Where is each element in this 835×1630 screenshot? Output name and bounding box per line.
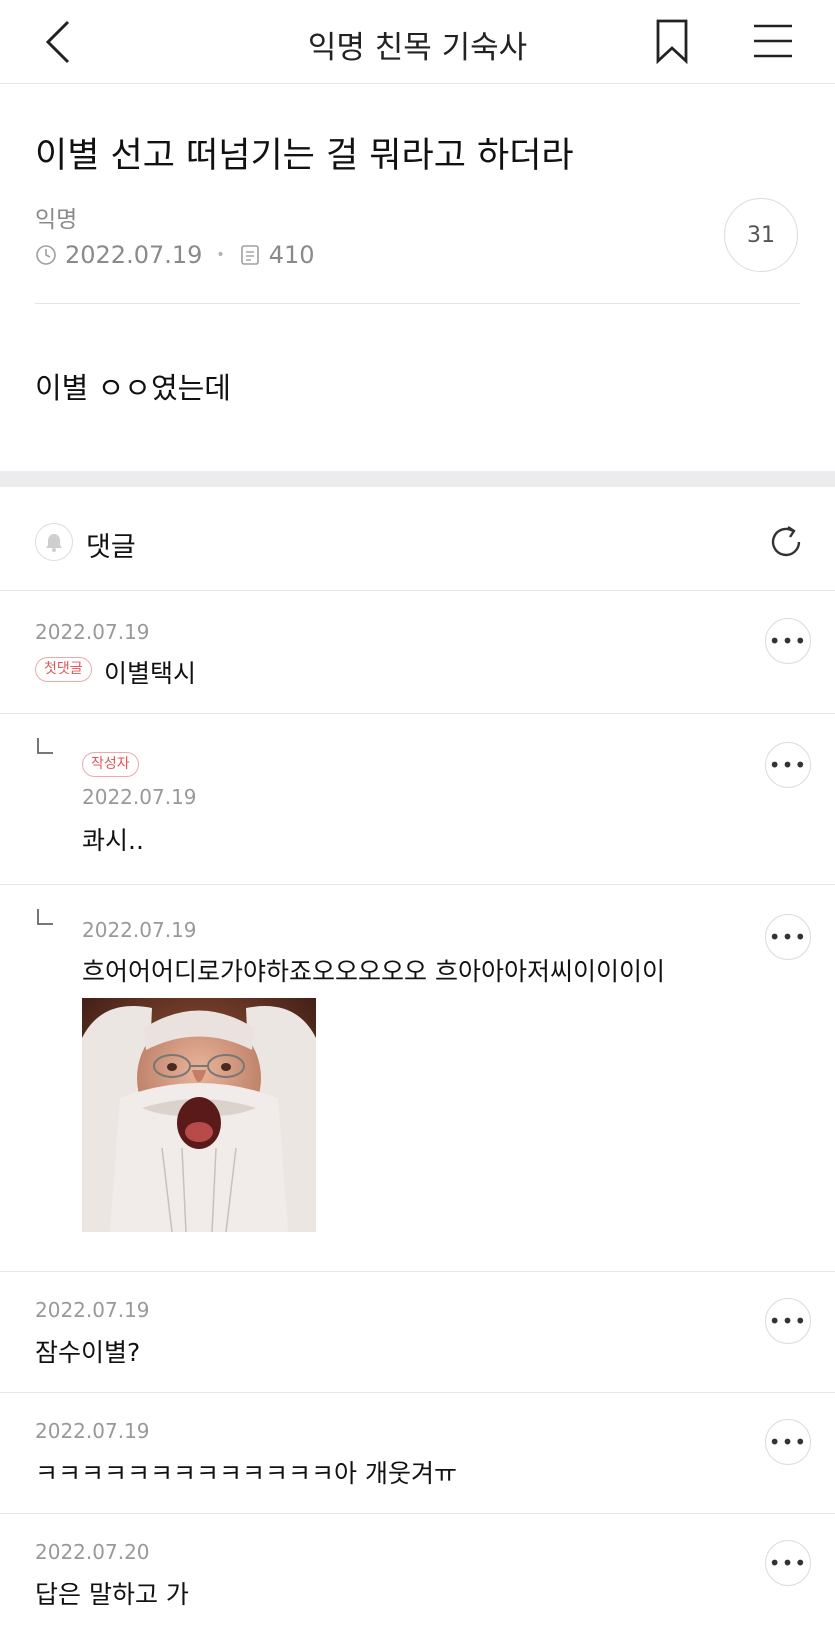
- post-title: 이별 선고 떠넘기는 걸 뭐라고 하더라: [35, 136, 574, 176]
- comment-more-button[interactable]: •••: [765, 742, 811, 788]
- dumbledore-shouting-illustration: [82, 998, 316, 1232]
- comment-item: 2022.07.20 답은 말하고 가 •••: [0, 1515, 835, 1630]
- comment-more-button[interactable]: •••: [765, 1540, 811, 1586]
- bookmark-button[interactable]: [654, 18, 690, 65]
- bell-icon: [46, 534, 62, 552]
- comment-more-button[interactable]: •••: [765, 618, 811, 664]
- post-meta: 2022.07.19 • 410: [35, 240, 315, 270]
- post-body: 이별 ㅇㅇ였는데: [35, 371, 231, 405]
- top-bar: 익명 친목 기숙사: [0, 0, 835, 84]
- reply-arrow-icon: [37, 909, 53, 925]
- hamburger-menu-icon: [754, 24, 792, 58]
- comment-text: ㅋㅋㅋㅋㅋㅋㅋㅋㅋㅋㅋㅋㅋ아 개웃겨ㅠ: [35, 1459, 457, 1488]
- comment-text: 잠수이별?: [35, 1338, 141, 1367]
- comment-more-button[interactable]: •••: [765, 914, 811, 960]
- comment-text: 답은 말하고 가: [35, 1580, 189, 1609]
- comment-item: 2022.07.19 ㅋㅋㅋㅋㅋㅋㅋㅋㅋㅋㅋㅋㅋ아 개웃겨ㅠ •••: [0, 1394, 835, 1514]
- post-divider: [35, 303, 800, 304]
- dumbledore-sticker-image[interactable]: [82, 998, 316, 1232]
- comment-text: 이별택시: [104, 659, 197, 688]
- comment-more-button[interactable]: •••: [765, 1298, 811, 1344]
- comment-text: 흐어어어디로가야하죠오오오오오 흐아아아저씨이이이이: [82, 957, 665, 986]
- first-comment-badge: 첫댓글: [35, 657, 92, 682]
- section-separator: [0, 471, 835, 487]
- comment-text: 콰시..: [82, 826, 144, 855]
- board-title: 익명 친목 기숙사: [307, 30, 528, 66]
- post-views: 410: [268, 241, 315, 269]
- comment-date: 2022.07.19: [35, 620, 150, 644]
- refresh-icon: [771, 526, 801, 557]
- post-date: 2022.07.19: [65, 241, 203, 269]
- comment-item: 2022.07.19 첫댓글 이별택시 •••: [0, 592, 835, 714]
- comment-alert-button[interactable]: [35, 523, 73, 561]
- comment-date: 2022.07.19: [35, 1298, 150, 1322]
- like-button[interactable]: 31: [724, 198, 798, 272]
- comment-item: 2022.07.19 잠수이별? •••: [0, 1273, 835, 1393]
- views-icon: [240, 245, 259, 265]
- author-badge: 작성자: [82, 752, 139, 777]
- like-count: 31: [747, 222, 775, 248]
- reply-item: 작성자 2022.07.19 콰시.. •••: [0, 715, 835, 885]
- comment-date: 2022.07.19: [82, 918, 197, 942]
- post-author: 익명: [35, 207, 78, 233]
- comment-date: 2022.07.19: [35, 1419, 150, 1443]
- meta-separator: •: [216, 247, 225, 263]
- refresh-button[interactable]: [766, 522, 806, 562]
- bookmark-icon: [656, 19, 688, 65]
- reply-arrow-icon: [37, 738, 53, 754]
- comment-more-button[interactable]: •••: [765, 1419, 811, 1465]
- comments-label: 댓글: [86, 532, 136, 563]
- clock-icon: [36, 245, 56, 265]
- comment-date: 2022.07.19: [82, 785, 197, 809]
- comment-date: 2022.07.20: [35, 1540, 150, 1564]
- menu-button[interactable]: [752, 22, 794, 60]
